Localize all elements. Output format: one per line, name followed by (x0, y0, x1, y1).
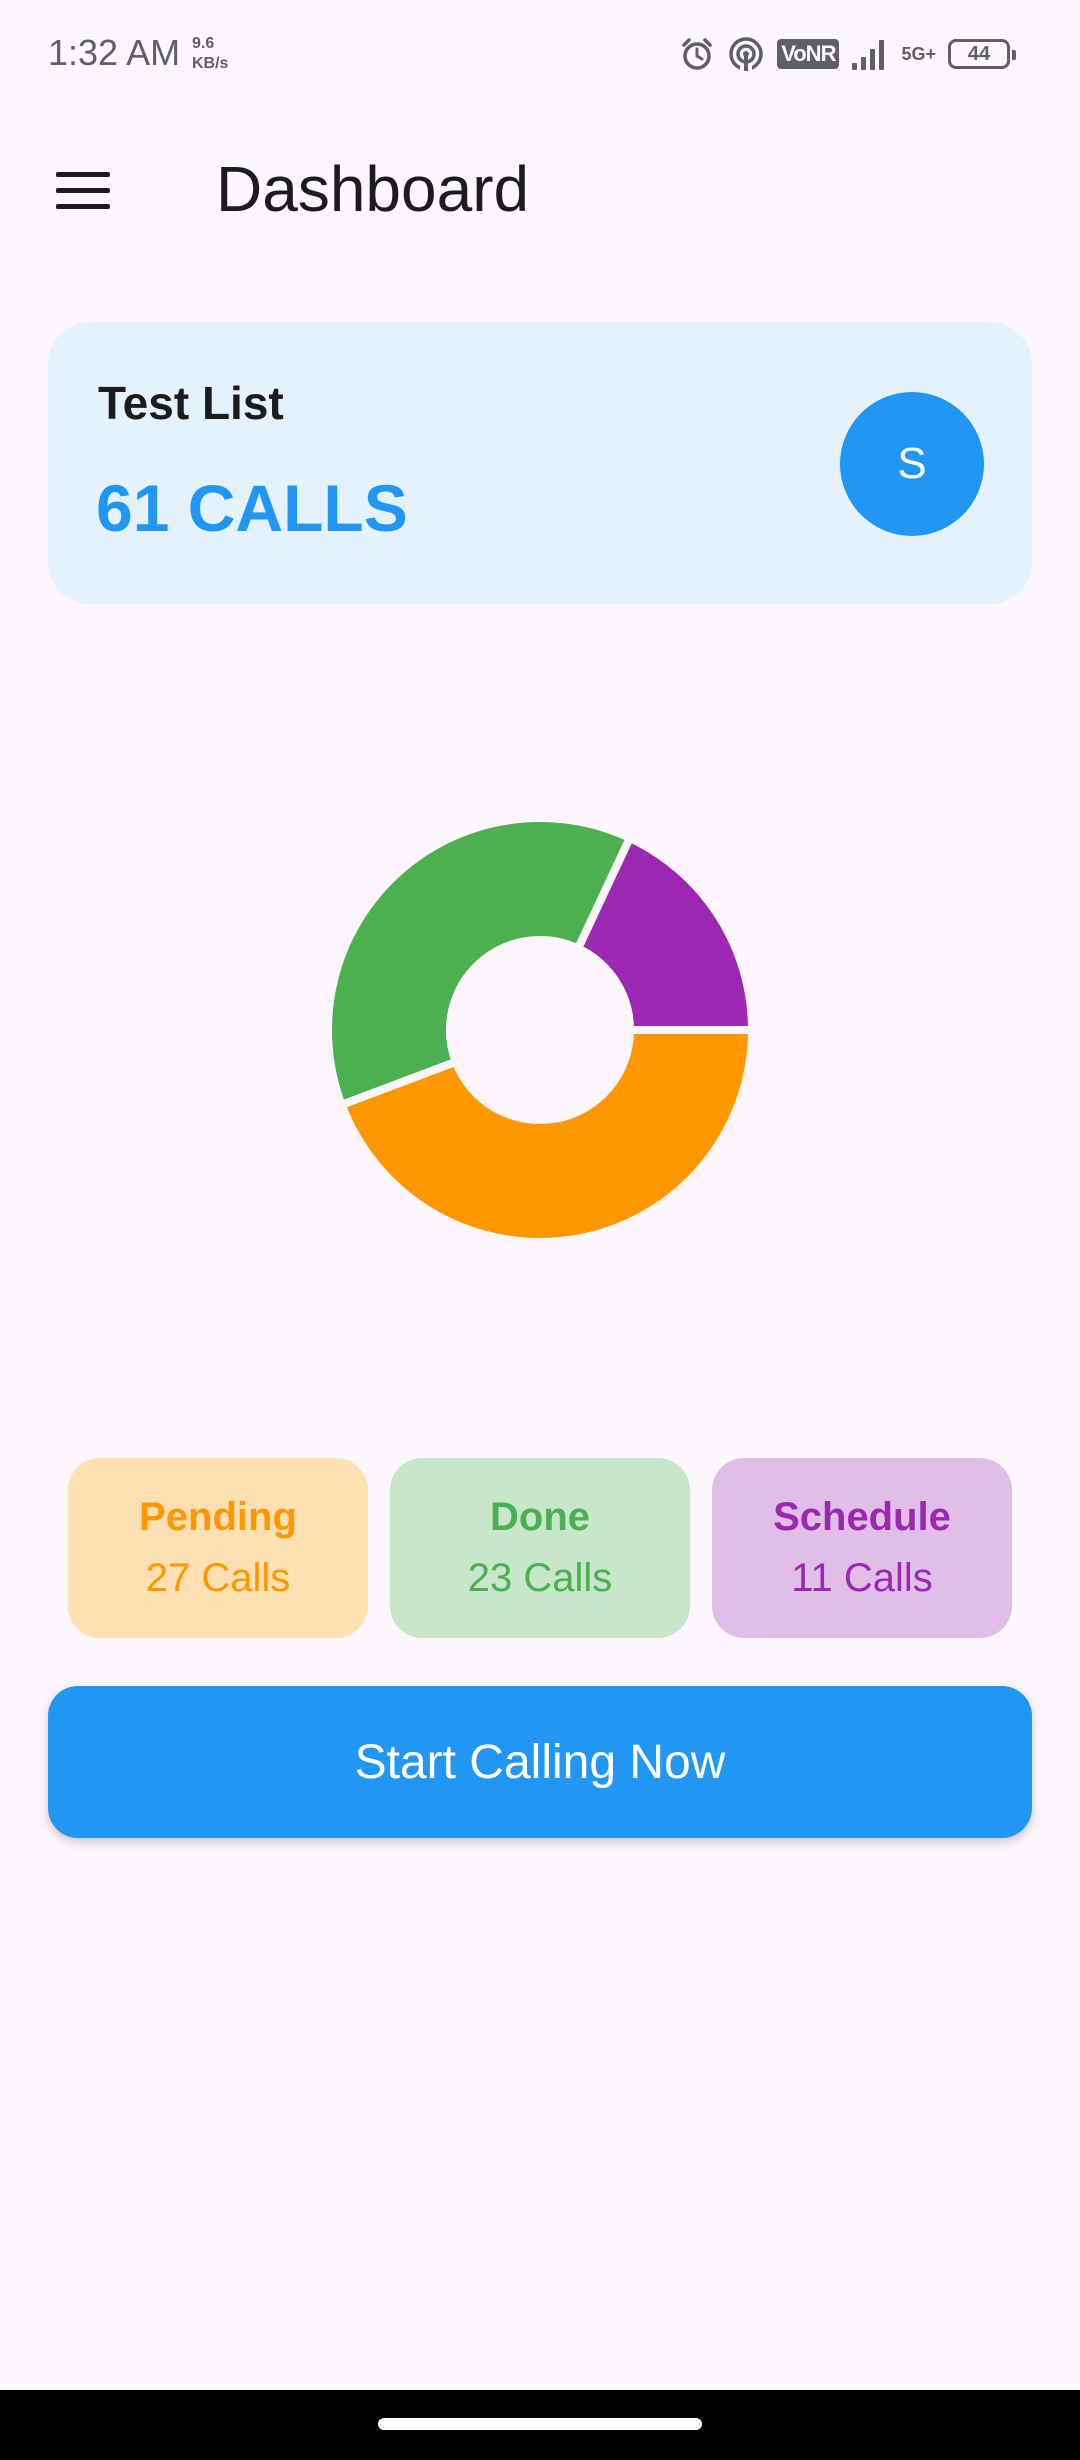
pending-label: Pending (139, 1495, 297, 1539)
hotspot-icon (727, 35, 765, 73)
total-calls: 61 CALLS (96, 471, 408, 545)
vonr-badge: VoNR (777, 39, 840, 69)
stats-row: Pending 27 Calls Done 23 Calls Schedule … (68, 1458, 1012, 1638)
donut-slice-done (324, 814, 636, 1110)
alarm-icon (679, 36, 715, 72)
schedule-stat[interactable]: Schedule 11 Calls (712, 1458, 1012, 1638)
done-value: 23 Calls (467, 1556, 613, 1600)
network-speed-value: 9.6 (192, 35, 215, 52)
home-gesture-handle[interactable] (378, 2418, 702, 2430)
menu-icon[interactable] (40, 150, 126, 230)
schedule-label: Schedule (773, 1495, 951, 1539)
done-stat[interactable]: Done 23 Calls (390, 1458, 690, 1638)
pending-stat[interactable]: Pending 27 Calls (68, 1458, 368, 1638)
status-bar: 1:32 AM 9.6 KB/s VoNR 5G+ 44 (0, 0, 1080, 110)
battery-level: 44 (967, 42, 991, 65)
pending-value: 27 Calls (145, 1556, 291, 1600)
app-bar: Dashboard (0, 130, 1080, 250)
battery-icon: 44 (948, 39, 1016, 69)
list-summary-card[interactable]: Test List 61 CALLS S (48, 322, 1032, 604)
navigation-bar (0, 2390, 1080, 2460)
list-name: Test List (98, 377, 284, 429)
calls-donut-chart (324, 814, 757, 1246)
avatar[interactable]: S (840, 392, 984, 536)
page-title: Dashboard (216, 153, 530, 225)
network-type: 5G+ (901, 44, 936, 64)
schedule-value: 11 Calls (791, 1556, 933, 1600)
status-icons: VoNR 5G+ 44 (679, 30, 1016, 78)
start-calling-button[interactable]: Start Calling Now (48, 1686, 1032, 1838)
status-time: 1:32 AM (48, 32, 181, 73)
network-speed: 9.6 KB/s (192, 34, 228, 74)
signal-icon (851, 37, 889, 71)
network-speed-unit: KB/s (192, 55, 229, 72)
done-label: Done (490, 1495, 590, 1539)
dashboard-screen: 1:32 AM 9.6 KB/s VoNR 5G+ 44 Dashboard T… (0, 0, 1080, 2460)
